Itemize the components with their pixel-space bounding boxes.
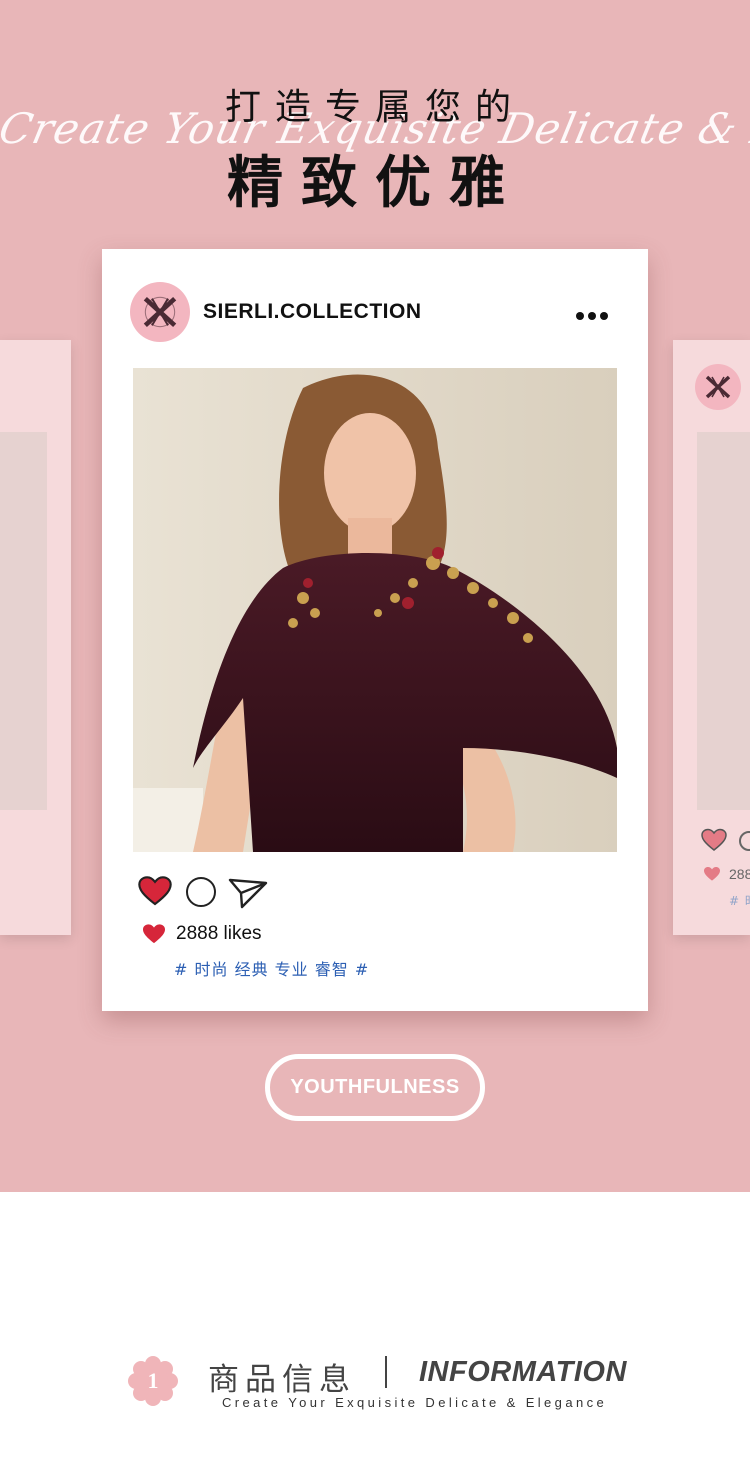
side-likes-text: 288 — [729, 866, 750, 882]
comment-icon[interactable] — [186, 877, 216, 907]
hashtags[interactable]: # 时尚 经典 专业 睿智 # — [174, 956, 369, 980]
side-card-photo-placeholder — [0, 432, 47, 810]
section-number-badge: 1 — [128, 1356, 178, 1406]
info-title-en: INFORMATION — [419, 1356, 627, 1388]
side-card-left[interactable] — [0, 340, 71, 935]
send-icon[interactable] — [228, 877, 268, 909]
sierli-logo-icon — [695, 364, 741, 410]
hero-section: Create Your Exquisite Delicate & Eleganc… — [0, 0, 750, 1192]
post-card: SIERLI.COLLECTION 2888 likes # 时尚 经典 专业 … — [102, 249, 648, 1011]
comment-icon[interactable] — [739, 831, 750, 851]
heart-icon[interactable] — [701, 828, 727, 852]
side-tags-text: # 时 — [729, 894, 750, 908]
likes-count: 2888 likes — [176, 923, 262, 944]
info-subtitle: Create Your Exquisite Delicate & Eleganc… — [222, 1395, 608, 1410]
account-name[interactable]: SIERLI.COLLECTION — [203, 300, 422, 324]
section-number: 1 — [147, 1368, 159, 1393]
heart-icon[interactable] — [138, 875, 172, 907]
side-card-right[interactable]: 288 # 时 — [673, 340, 750, 935]
youthfulness-button[interactable]: YOUTHFULNESS — [265, 1054, 485, 1121]
like-count-heart-icon — [704, 867, 720, 881]
like-count-heart-icon — [143, 924, 165, 944]
title-line-2: 精致优雅 — [227, 151, 523, 216]
post-photo — [133, 368, 617, 852]
title-divider — [385, 1356, 387, 1388]
more-dots-icon[interactable] — [576, 305, 616, 320]
title-line-1: 打造专属您的 — [224, 87, 525, 128]
side-card-photo-placeholder — [697, 432, 750, 810]
info-title-cn: 商品信息 — [208, 1362, 356, 1398]
sierli-logo-icon — [143, 296, 177, 328]
avatar[interactable] — [130, 282, 190, 342]
